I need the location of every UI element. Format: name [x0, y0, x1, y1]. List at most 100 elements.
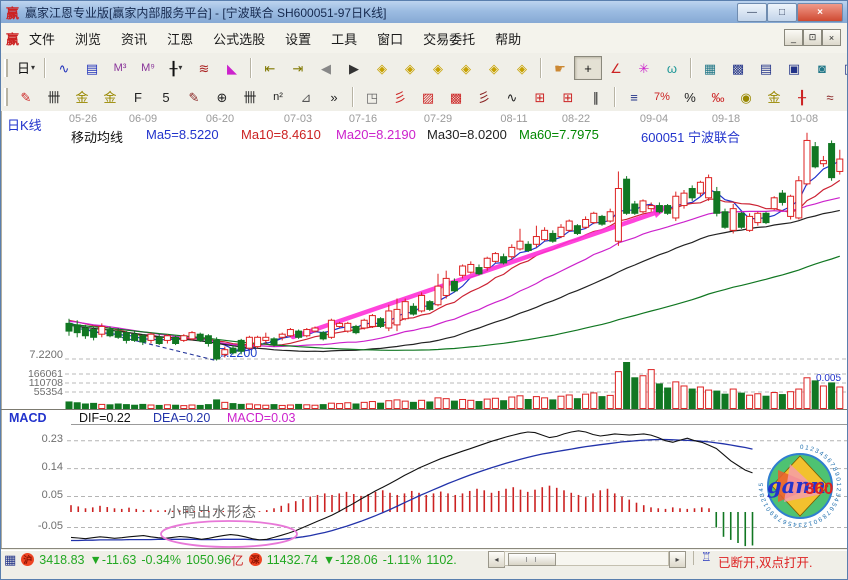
notes-button[interactable]: ▤ — [752, 56, 780, 80]
permille-tool-button[interactable]: ‰ — [704, 85, 732, 109]
minute9-kline-button[interactable]: M⁹ — [134, 56, 162, 80]
toolbar-grip[interactable] — [4, 59, 8, 77]
chip-distribution-button[interactable]: ≋ — [190, 56, 218, 80]
macd-value: MACD=0.03 — [227, 411, 295, 425]
price-ruler-button[interactable]: ≡ — [620, 85, 648, 109]
maximize-button[interactable]: □ — [767, 3, 797, 22]
capture-button[interactable]: ◙ — [808, 56, 836, 80]
candle-style-button[interactable]: ╂▾ — [162, 56, 190, 80]
menu-item-3[interactable]: 江恩 — [157, 29, 203, 48]
menu-item-7[interactable]: 窗口 — [367, 29, 413, 48]
calendar-button[interactable]: ▦ — [696, 56, 724, 80]
gold-grid-tool-button[interactable]: 金 — [68, 85, 96, 109]
save-button[interactable]: ▣ — [780, 56, 808, 80]
red-grid2-tool-button[interactable]: ⊞ — [554, 85, 582, 109]
grid-tool-button[interactable]: 卌 — [40, 85, 68, 109]
parallel-lines-tool-button[interactable]: ∥ — [582, 85, 610, 109]
five-grid-tool-button[interactable]: 5 — [152, 85, 180, 109]
connection-tower-icon[interactable]: ♖ — [701, 550, 712, 564]
info-f10-button[interactable]: ▤ — [78, 56, 106, 80]
hand-drag-button[interactable]: ☛ — [546, 56, 574, 80]
gann-right-diamond-button[interactable]: ◈ — [396, 56, 424, 80]
menu-item-2[interactable]: 资讯 — [111, 29, 157, 48]
menu-item-5[interactable]: 设置 — [275, 29, 321, 48]
toolbar-separator — [44, 58, 46, 78]
gann-zoomout-diamond-button[interactable]: ◈ — [508, 56, 536, 80]
menu-item-6[interactable]: 工具 — [321, 29, 367, 48]
menu-item-4[interactable]: 公式选股 — [203, 29, 275, 48]
scroll-right-button[interactable]: ▸ — [669, 551, 686, 568]
mdi-minimize-button[interactable]: _ — [784, 29, 803, 46]
next-bar-button[interactable]: ▶ — [340, 56, 368, 80]
gann-grid-tool-button[interactable]: ▩ — [442, 85, 470, 109]
menu-item-1[interactable]: 浏览 — [65, 29, 111, 48]
f-grid-tool-button[interactable]: F — [124, 85, 152, 109]
transfer-button[interactable]: ◨ — [836, 56, 848, 80]
status-grid-icon[interactable]: ▦ — [4, 552, 16, 568]
gann-expand-diamond-button[interactable]: ◈ — [424, 56, 452, 80]
crosshair-button[interactable]: + — [574, 56, 602, 80]
calculator-button[interactable]: ▩ — [724, 56, 752, 80]
gold-lines2-tool-button[interactable]: 金 — [844, 85, 848, 109]
sh-pct: -0.34% — [141, 553, 181, 567]
menu-app-icon: 赢 — [6, 29, 19, 48]
volume-chart-svg — [1, 361, 848, 409]
grid2-tool-button[interactable]: 卌 — [236, 85, 264, 109]
gann-fan-tool-button[interactable]: 彡 — [386, 85, 414, 109]
scrollbar-track[interactable] — [504, 551, 669, 566]
percent-tool-button[interactable]: % — [676, 85, 704, 109]
percent7-tool-button[interactable]: 7% — [648, 85, 676, 109]
last-page-button[interactable]: ⇥ — [284, 56, 312, 80]
macd-dea-value: DEA=0.20 — [153, 411, 210, 425]
scrollbar-thumb[interactable] — [508, 553, 556, 566]
disconnected-text[interactable]: 已断开,双点打开. — [718, 552, 812, 571]
flower-tool-button[interactable]: ✳ — [630, 56, 658, 80]
intraday-chart-button[interactable]: ∿ — [50, 56, 78, 80]
angle-line-button[interactable]: ∠ — [602, 56, 630, 80]
sh-change: ▼-11.63 — [89, 553, 136, 567]
first-page-button[interactable]: ⇤ — [256, 56, 284, 80]
red-grid-tool-button[interactable]: ⊞ — [526, 85, 554, 109]
color-histogram-button[interactable]: ◣ — [218, 56, 246, 80]
gann360-logo: 012345678901234567890123456789012345gann… — [757, 443, 843, 529]
gann-box-tool-button[interactable]: ▨ — [414, 85, 442, 109]
pen2-tool-button[interactable]: ✎ — [180, 85, 208, 109]
menu-item-9[interactable]: 帮助 — [485, 29, 531, 48]
gold-circle-tool-button[interactable]: ◉ — [732, 85, 760, 109]
minimize-button[interactable]: — — [737, 3, 767, 22]
angle-measure-button[interactable]: ⊿ — [292, 85, 320, 109]
gann-compress-diamond-button[interactable]: ◈ — [452, 56, 480, 80]
pattern-annotation: 小鸭出水形态 — [167, 502, 257, 522]
prev-bar-button[interactable]: ◀ — [312, 56, 340, 80]
gann-left-diamond-button[interactable]: ◈ — [368, 56, 396, 80]
wave-tool-button[interactable]: ≈ — [816, 85, 844, 109]
minute3-kline-button[interactable]: M³ — [106, 56, 134, 80]
gold-lines-tool-button[interactable]: 金 — [760, 85, 788, 109]
mdi-restore-button[interactable]: ⊡ — [803, 29, 822, 46]
more-tools-button[interactable]: » — [320, 85, 348, 109]
svg-text:360: 360 — [805, 479, 833, 498]
mdi-close-button[interactable]: × — [822, 29, 841, 46]
circle-grid-tool-button[interactable]: ⊕ — [208, 85, 236, 109]
sh-amount-unit: 亿 — [231, 550, 244, 569]
menu-item-8[interactable]: 交易委托 — [413, 29, 485, 48]
pane-divider-1[interactable] — [1, 409, 848, 410]
n2-grid-tool-button[interactable]: n² — [264, 85, 292, 109]
toolbar-grip-2[interactable] — [4, 88, 8, 106]
menu-bar: 赢 文件浏览资讯江恩公式选股设置工具窗口交易委托帮助 — [1, 23, 848, 54]
draw-pen-button[interactable]: ✎ — [12, 85, 40, 109]
brain-tool-button[interactable]: ω — [658, 56, 686, 80]
candle-pen-tool-button[interactable]: ╂ — [788, 85, 816, 109]
fan2-tool-button[interactable]: 彡 — [470, 85, 498, 109]
shanghai-icon: 沪 — [21, 553, 34, 566]
zigzag-tool-button[interactable]: ∿ — [498, 85, 526, 109]
title-bar[interactable]: 赢 赢家江恩专业版[赢家内部服务平台] - [宁波联合 SH600051-97日… — [1, 1, 848, 23]
scroll-left-button[interactable]: ◂ — [488, 551, 505, 568]
menu-item-0[interactable]: 文件 — [19, 29, 65, 48]
kline-period-button[interactable]: 日▾ — [12, 56, 40, 80]
gann-zoomin-diamond-button[interactable]: ◈ — [480, 56, 508, 80]
close-button[interactable]: × — [797, 3, 843, 22]
box-select-tool-button[interactable]: ◳ — [358, 85, 386, 109]
pane-divider-2 — [1, 548, 848, 549]
gold-grid2-tool-button[interactable]: 金 — [96, 85, 124, 109]
